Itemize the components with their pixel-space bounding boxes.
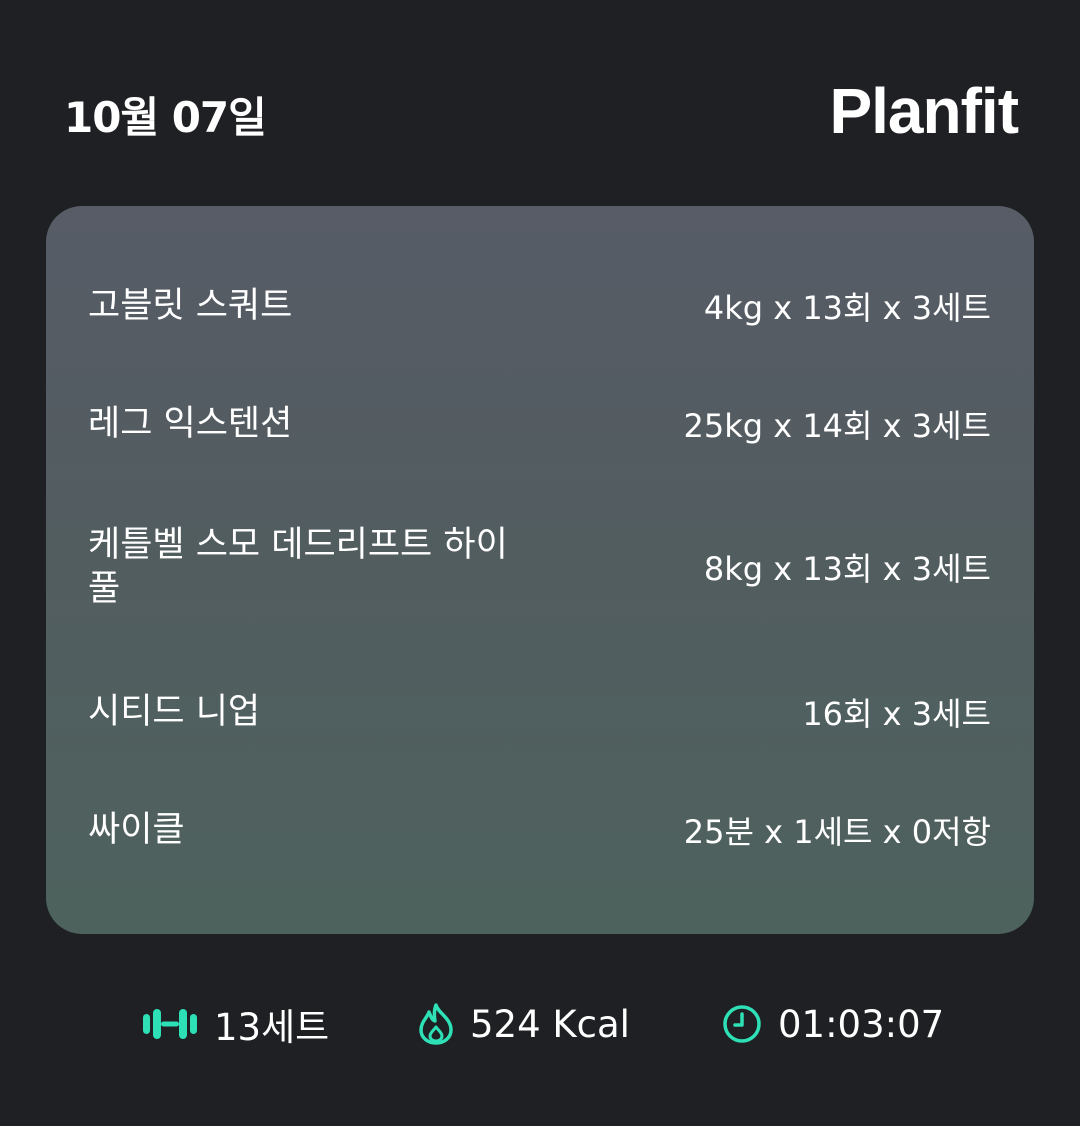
exercise-row: 레그 익스텐션 25kg x 14회 x 3세트 bbox=[88, 402, 991, 446]
exercise-detail: 4kg x 13회 x 3세트 bbox=[703, 289, 991, 327]
exercise-name: 케틀벨 스모 데드리프트 하이풀 bbox=[88, 525, 508, 609]
stat-duration: 01:03:07 bbox=[722, 996, 944, 1052]
stat-sets: 13세트 bbox=[142, 996, 329, 1052]
exercise-name: 고블릿 스쿼트 bbox=[88, 286, 293, 326]
workout-summary-card: 고블릿 스쿼트 4kg x 13회 x 3세트 레그 익스텐션 25kg x 1… bbox=[46, 206, 1034, 934]
exercise-row: 케틀벨 스모 데드리프트 하이풀 8kg x 13회 x 3세트 bbox=[88, 522, 991, 612]
exercise-row: 싸이클 25분 x 1세트 x 0저항 bbox=[88, 808, 991, 852]
exercise-row: 고블릿 스쿼트 4kg x 13회 x 3세트 bbox=[88, 284, 991, 328]
dumbbell-icon bbox=[142, 1007, 198, 1041]
exercise-name: 레그 익스텐션 bbox=[88, 404, 293, 444]
duration-value: 01:03:07 bbox=[778, 1002, 945, 1046]
planfit-logo: Planfit bbox=[829, 75, 1019, 147]
exercise-name: 싸이클 bbox=[88, 810, 185, 850]
exercise-detail: 25분 x 1세트 x 0저항 bbox=[683, 813, 991, 851]
calories-value: 524 Kcal bbox=[470, 1002, 630, 1046]
exercise-detail: 8kg x 13회 x 3세트 bbox=[703, 550, 991, 588]
sets-value: 13세트 bbox=[214, 1006, 330, 1049]
workout-date: 10월 07일 bbox=[64, 93, 267, 142]
workout-stats: 13세트 524 Kcal 01:03:07 bbox=[0, 996, 1080, 1052]
exercise-detail: 25kg x 14회 x 3세트 bbox=[683, 407, 991, 445]
stat-calories: 524 Kcal bbox=[418, 996, 630, 1052]
header: 10월 07일 Planfit bbox=[64, 75, 1019, 147]
flame-icon bbox=[418, 1003, 454, 1045]
clock-icon bbox=[722, 1004, 762, 1044]
exercise-row: 시티드 니업 16회 x 3세트 bbox=[88, 690, 991, 734]
exercise-name: 시티드 니업 bbox=[88, 692, 261, 732]
exercise-detail: 16회 x 3세트 bbox=[802, 695, 991, 733]
